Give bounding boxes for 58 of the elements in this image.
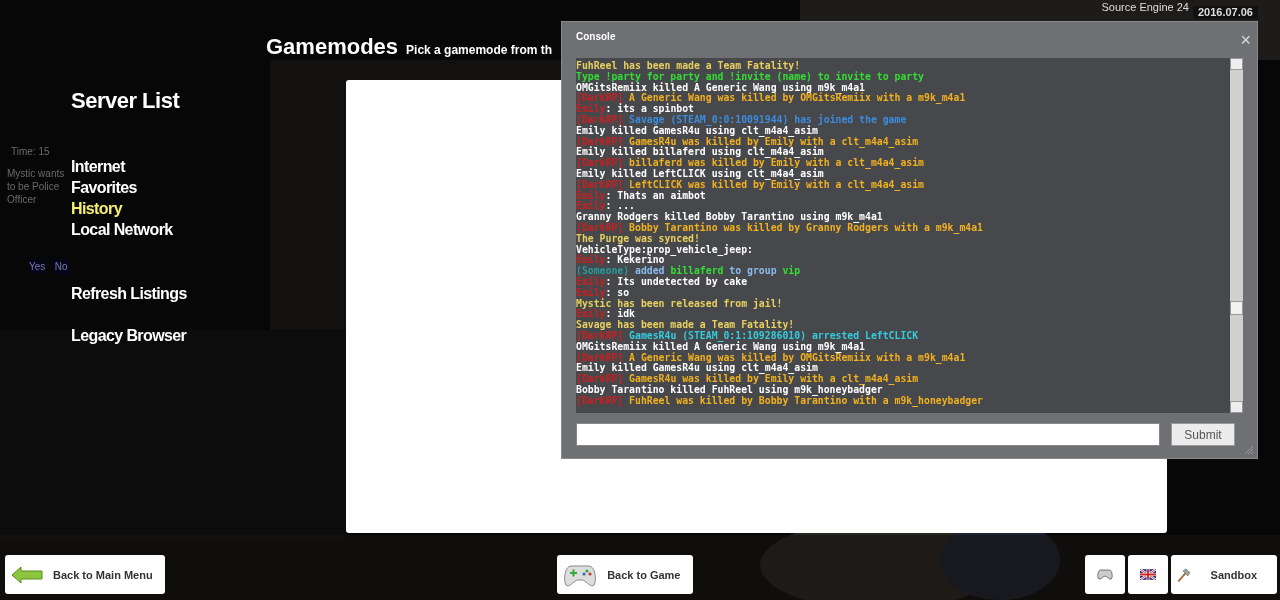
scroll-up-button[interactable] <box>1230 58 1243 70</box>
gamepad-icon <box>1097 569 1113 580</box>
log-line: Granny Rodgers killed Bobby Tarantino using m9k_m4a1 <box>576 212 883 223</box>
log-line: [DarkRP] GamesR4u was killed by Emily with a clt_m4a4_asim <box>576 374 920 385</box>
log-line: [DarkRP] billaferd was killed by Emily with a clt_m4a4_asim <box>576 158 925 169</box>
vote-button[interactable]: No <box>53 259 69 274</box>
timer-text: Time: 15 <box>10 146 51 157</box>
games-button[interactable] <box>1085 555 1125 594</box>
log-line: [DarkRP] Savage (STEAM_0:0:10091944) has joined the game <box>576 115 908 126</box>
scroll-down-button[interactable] <box>1230 401 1243 413</box>
date-text: 2016.07.06 <box>1192 6 1258 19</box>
action-link[interactable]: Legacy Browser <box>71 325 346 346</box>
page-title: Server List <box>71 88 181 114</box>
log-line: The Purge was synced! <box>576 233 700 245</box>
vote-button[interactable]: Yes <box>29 259 46 274</box>
log-line: Emily: its a spinbot <box>576 104 694 115</box>
arrow-icon <box>11 565 43 584</box>
log-line: [DarkRP] GamesR4u (STEAM_0:1:109286010) arrested LeftCLICK <box>576 330 920 342</box>
log-line: Emily: so <box>576 287 631 299</box>
log-line: (Someone) added billaferd to group vip <box>576 266 802 277</box>
log-line: VehicleType:prop_vehicle_jeep: <box>576 244 754 256</box>
nav-link[interactable]: History <box>71 198 346 219</box>
command-input[interactable] <box>576 423 1160 446</box>
flag-icon <box>1140 569 1156 580</box>
log-line: Emily: Its undetected by cake <box>576 276 748 288</box>
close-button[interactable]: × <box>1240 29 1251 51</box>
log-line: OMGitsRemiix killed A Generic Wang using m9k_m4a1 <box>576 341 865 353</box>
nav-link[interactable]: Internet <box>71 156 346 177</box>
engine-version-text: Source Engine 24 <box>1101 0 1189 13</box>
log-line: Emily: ... <box>576 201 635 213</box>
log-line: Type !party for party and !invite (name) to invite to party <box>576 71 925 83</box>
log-line: Emily killed GamesR4u using clt_m4a4_asim <box>576 125 818 137</box>
log-line: FuhReel has been made a Team Fatality! <box>576 61 802 72</box>
language-button[interactable] <box>1128 555 1168 594</box>
log-line: [DarkRP] FuhReel was killed by Bobby Tarantino with a m9k_honeybadger <box>576 395 984 407</box>
log-line: Emily: Kekerino <box>576 255 665 266</box>
log-line: Emily: idk <box>576 309 636 321</box>
scrollbar-thumb[interactable] <box>1230 301 1243 315</box>
scrollbar[interactable] <box>1230 58 1243 413</box>
section-subtitle: Pick a gamemode from th <box>406 43 553 57</box>
back-to-game-button[interactable]: Back to Game <box>557 555 693 594</box>
log-line: Savage has been made a Team Fatality! <box>576 320 795 331</box>
nav-link[interactable]: Favorites <box>71 177 346 198</box>
nav-link[interactable]: Local Network <box>71 219 346 240</box>
log-line: [DarkRP] LeftCLICK was killed by Emily with a clt_m4a4_asim <box>576 179 925 191</box>
action-link[interactable]: Refresh Listings <box>71 283 346 304</box>
resize-grip-icon <box>1244 445 1254 455</box>
log-line: Emily killed LeftCLICK using clt_m4a4_asim <box>576 168 824 180</box>
window-title: Console <box>576 30 616 42</box>
log-line: Emily: Thats an aimbot <box>576 190 707 202</box>
submit-button[interactable]: Submit <box>1171 423 1235 446</box>
gamemode-button[interactable]: Sandbox <box>1171 555 1277 594</box>
vote-text: Mystic wants to be Police Officer <box>7 167 66 206</box>
log-line: [DarkRP] A Generic Wang was killed by OMGitsRemiix with a m9k_m4a1 <box>576 93 967 104</box>
log-line: Bobby Tarantino killed FuhReel using m9k_honeybadger <box>576 384 883 396</box>
section-title: Gamemodes <box>266 34 399 60</box>
log-line: [DarkRP] Bobby Tarantino was killed by Granny Rodgers with a m9k_m4a1 <box>576 222 984 234</box>
back-to-menu-button[interactable]: Back to Main Menu <box>5 555 165 594</box>
